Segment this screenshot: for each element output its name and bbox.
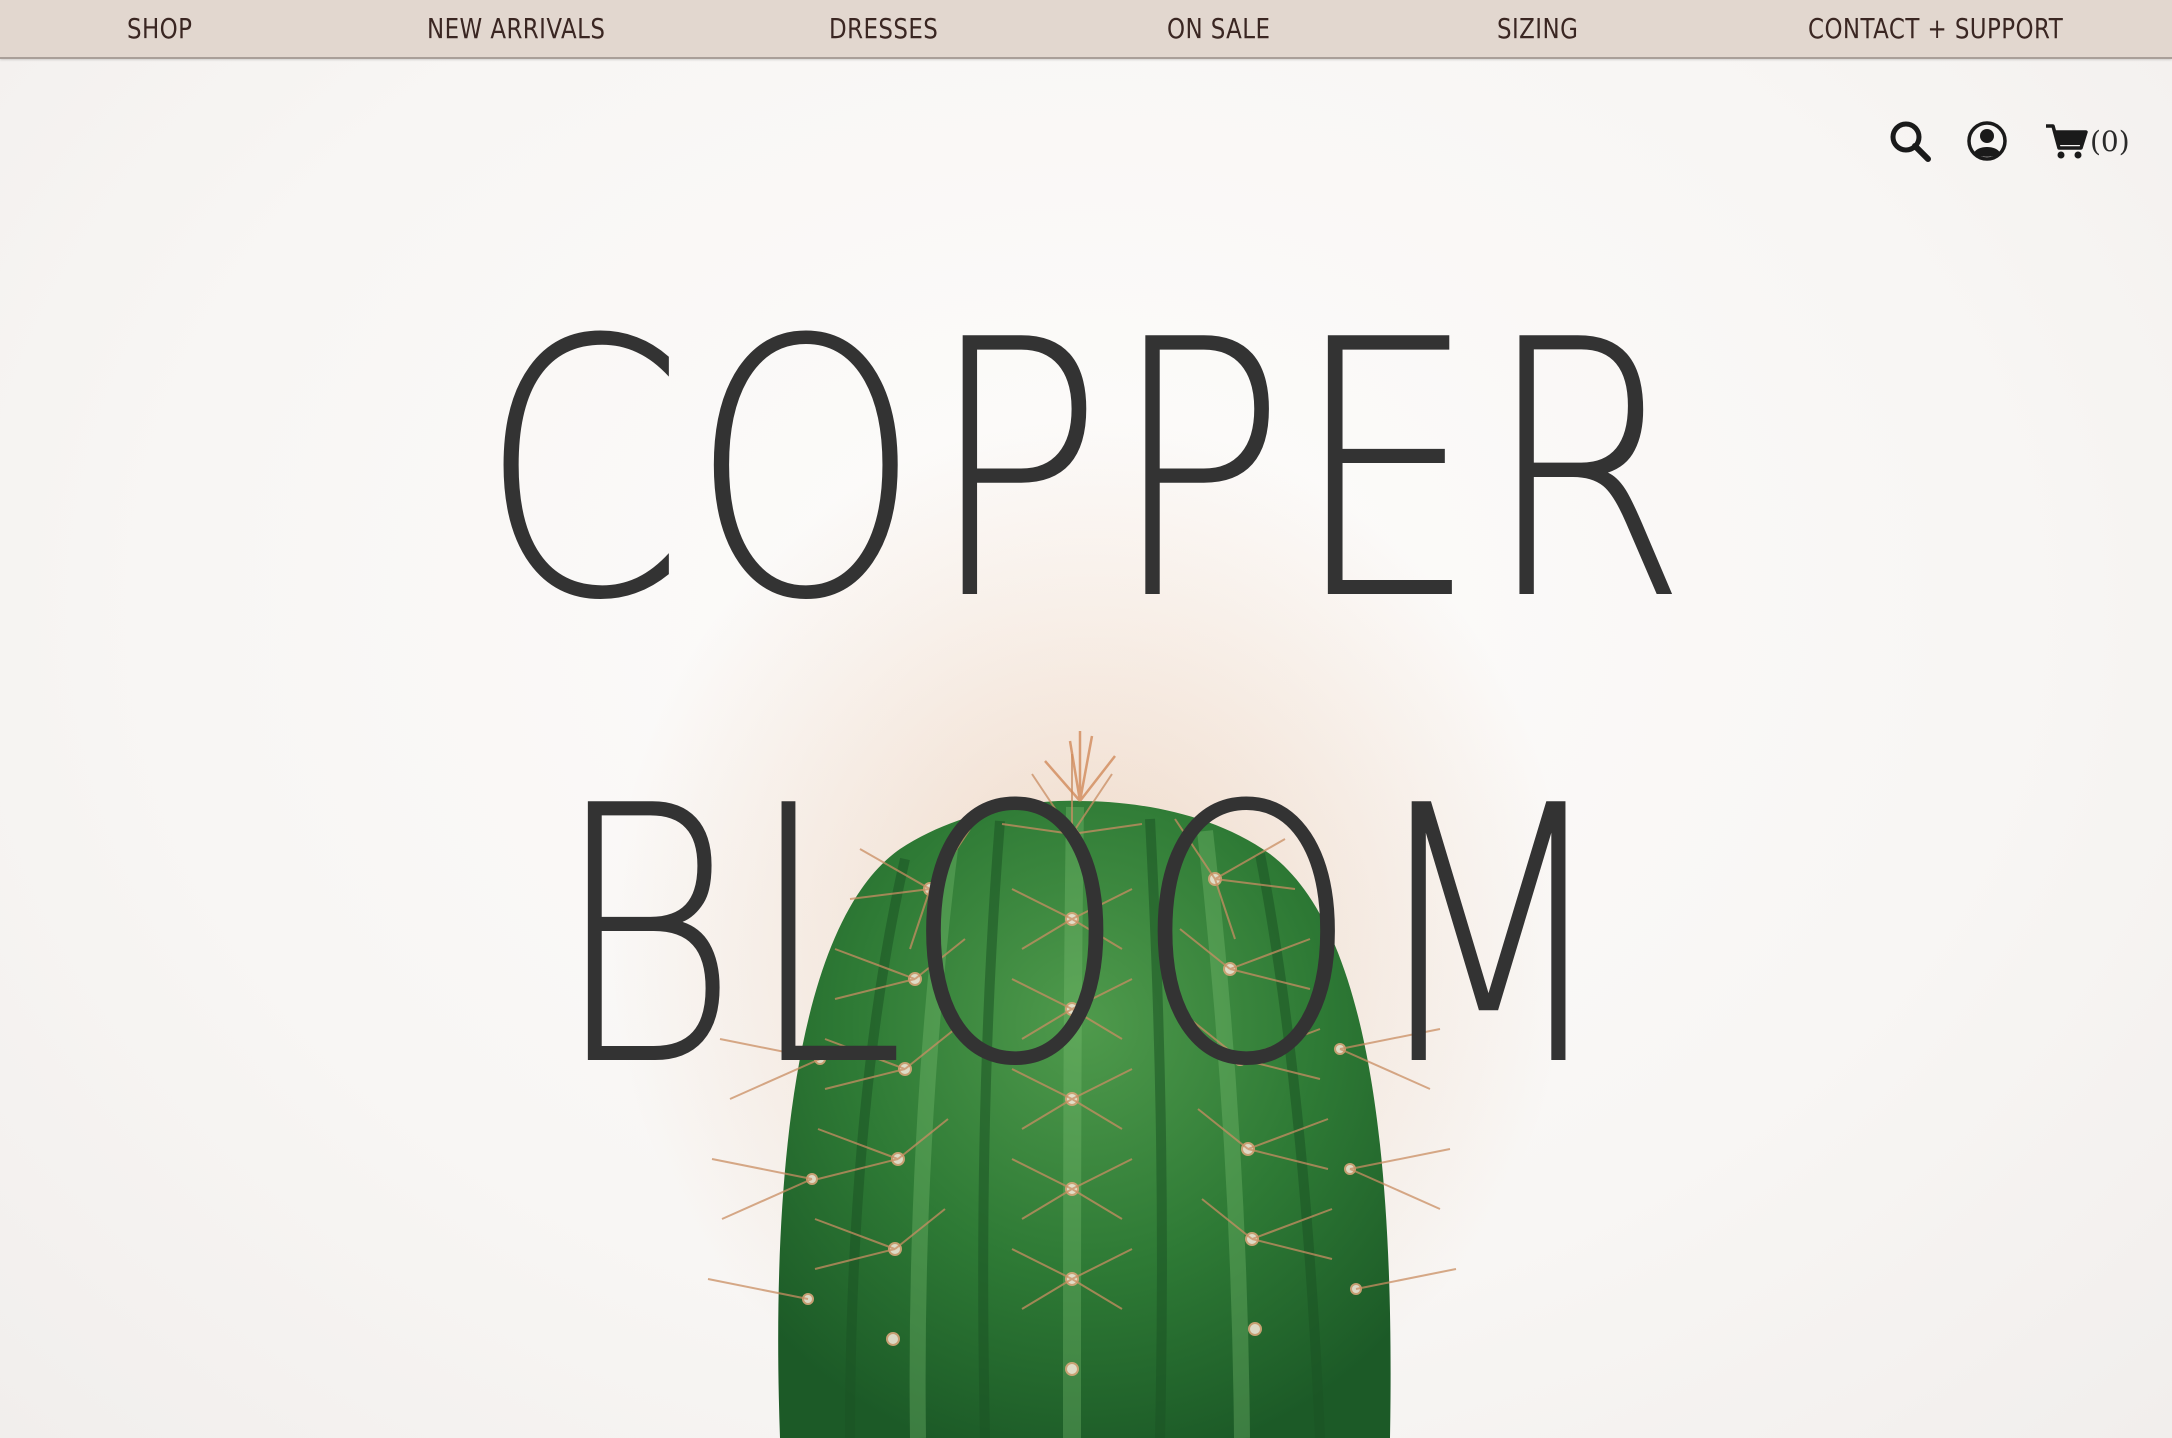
cart-count: (0) [2090, 124, 2130, 158]
brand-logo-line2: BLOOM [552, 730, 1620, 1144]
hero-section: COPPER BLOOM [0, 59, 2172, 1438]
nav-item-shop[interactable]: SHOP [127, 0, 192, 57]
cart-icon [2046, 124, 2088, 159]
nav-item-new-arrivals[interactable]: NEW ARRIVALS [427, 0, 605, 57]
brand-logo-line1: COPPER [479, 264, 1693, 678]
account-button[interactable] [1965, 116, 2009, 166]
nav-item-contact-support[interactable]: CONTACT + SUPPORT [1808, 0, 2063, 57]
top-navigation: SHOP NEW ARRIVALS DRESSES ON SALE SIZING… [0, 0, 2172, 59]
search-button[interactable] [1888, 116, 1932, 166]
nav-item-sizing[interactable]: SIZING [1497, 0, 1578, 57]
search-icon [1890, 121, 1931, 162]
nav-item-dresses[interactable]: DRESSES [829, 0, 938, 57]
nav-item-on-sale[interactable]: ON SALE [1167, 0, 1270, 57]
account-icon [1967, 121, 2007, 161]
cart-button[interactable]: (0) [2044, 116, 2130, 166]
